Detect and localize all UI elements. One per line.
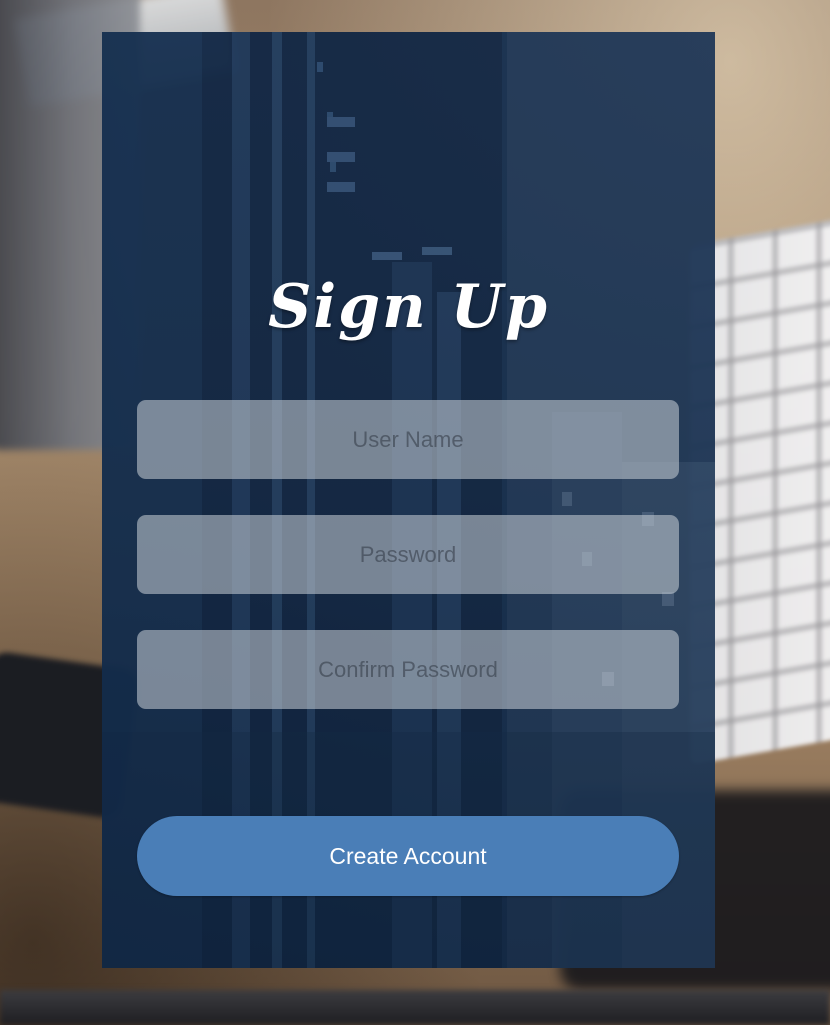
page-title: Sign Up: [268, 272, 549, 342]
background-desk-edge: [0, 990, 830, 1025]
password-input[interactable]: [137, 515, 679, 594]
signup-form: Sign Up Create Account: [102, 32, 715, 968]
signup-card: Sign Up Create Account: [102, 32, 715, 968]
username-input[interactable]: [137, 400, 679, 479]
confirm-password-input[interactable]: [137, 630, 679, 709]
create-account-button[interactable]: Create Account: [137, 816, 679, 896]
